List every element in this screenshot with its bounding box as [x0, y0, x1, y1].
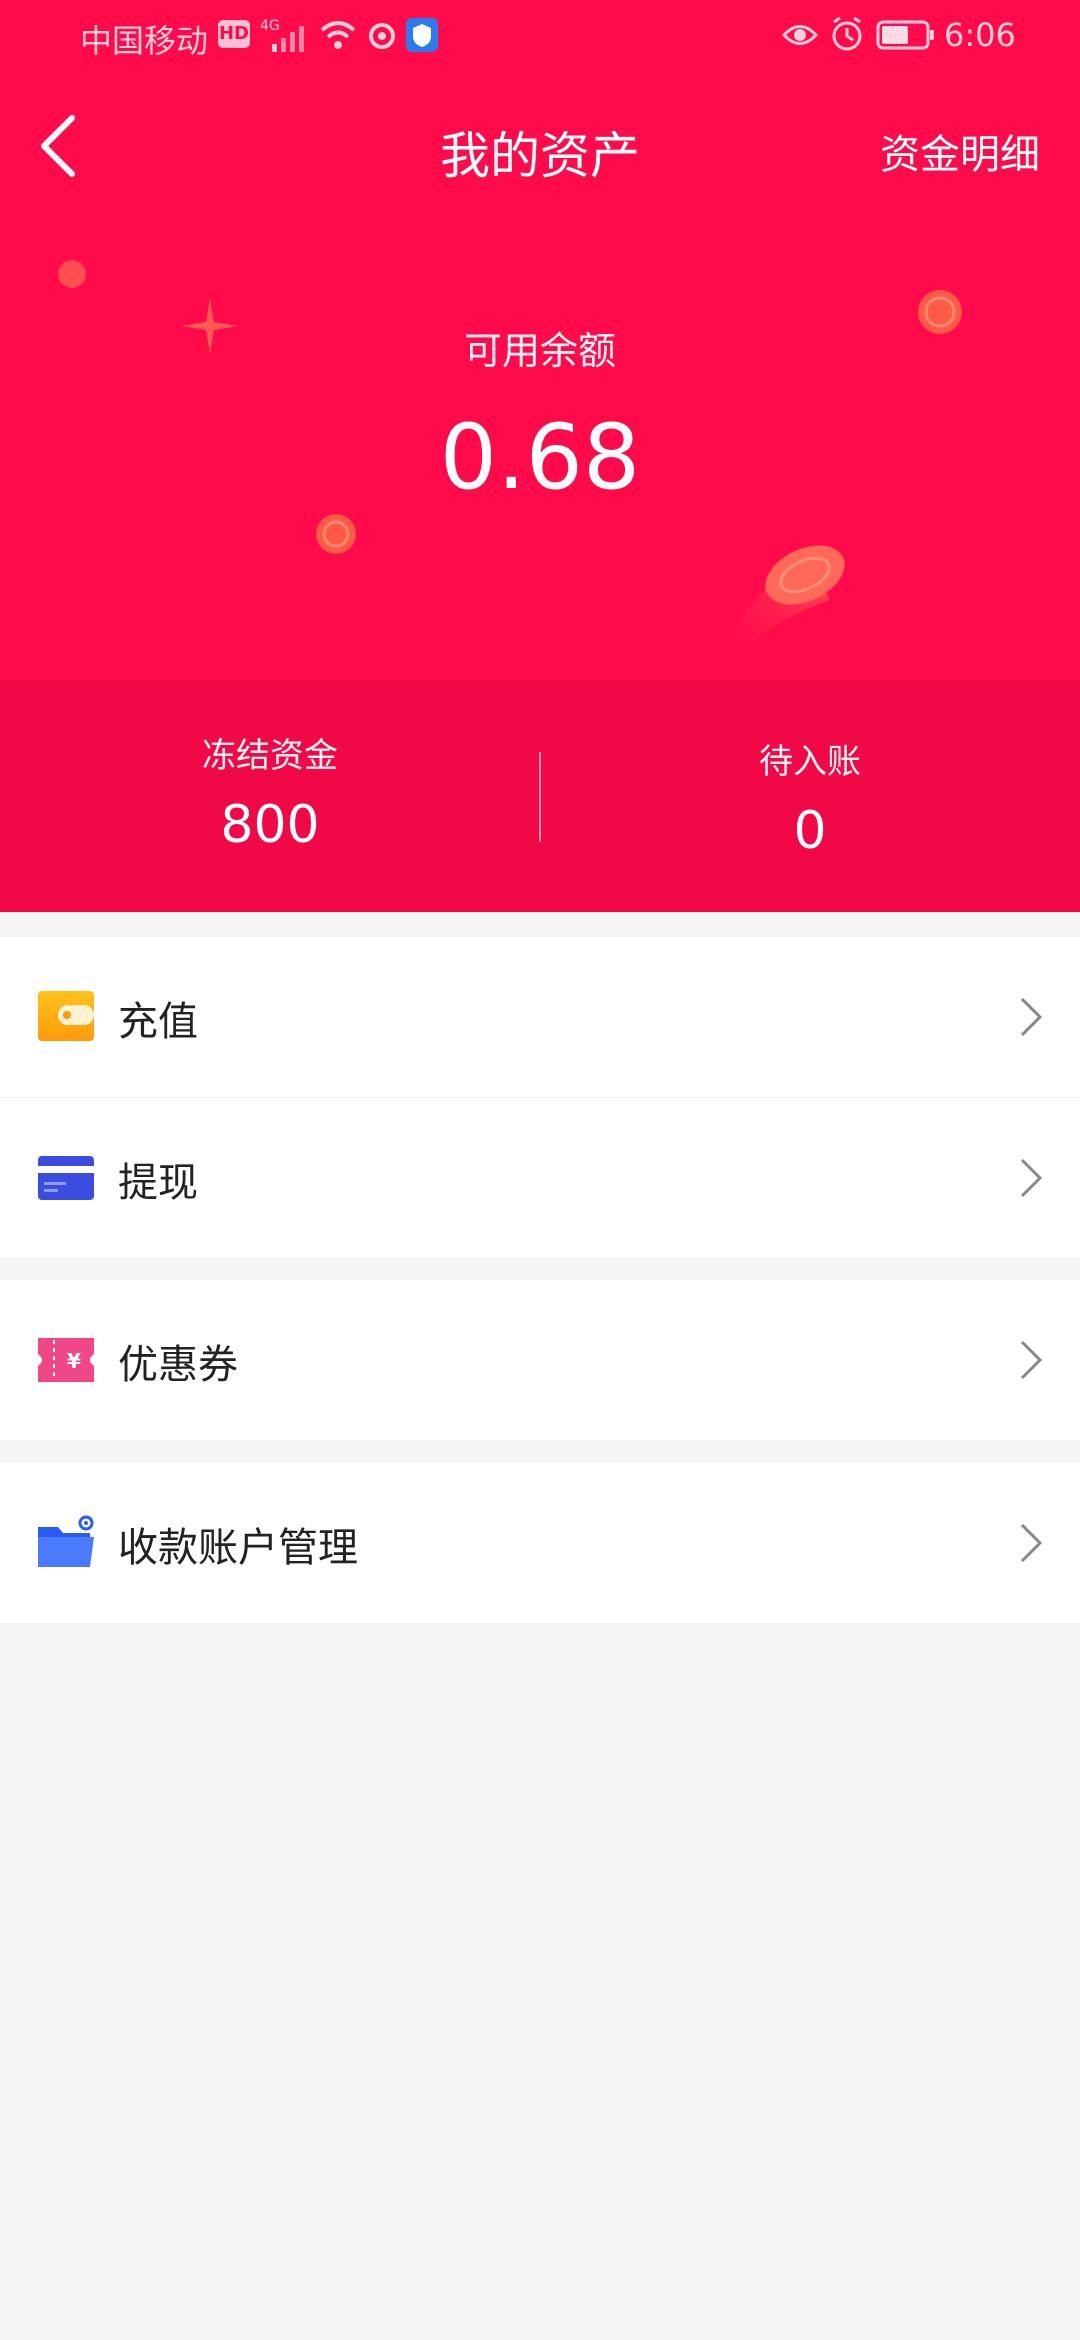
- security-shield-icon: [406, 18, 438, 52]
- sync-icon: [369, 23, 395, 49]
- wifi-icon: [320, 21, 356, 49]
- chevron-right-icon: [1020, 1523, 1043, 1563]
- pending-value: 0: [793, 801, 827, 861]
- coin-decoration-icon: [58, 260, 86, 288]
- eye-comfort-icon: [782, 25, 818, 45]
- menu-item-payee-accounts[interactable]: 收款账户管理: [0, 1463, 1080, 1623]
- svg-text:4G: 4G: [260, 18, 280, 34]
- hd-badge: HD: [218, 20, 250, 48]
- flying-coin-decoration-icon: [720, 545, 845, 670]
- frozen-funds-value: 800: [220, 795, 320, 855]
- menu-group-coupons: ¥ 优惠券: [0, 1280, 1080, 1440]
- coupon-icon: ¥: [38, 1338, 94, 1382]
- menu-item-withdraw[interactable]: 提现: [0, 1097, 1080, 1257]
- menu-group-funds: 充值 提现: [0, 937, 1080, 1257]
- menu-group-accounts: 收款账户管理: [0, 1463, 1080, 1623]
- folder-settings-icon: [38, 1515, 94, 1567]
- menu-item-recharge[interactable]: 充值: [0, 937, 1080, 1097]
- svg-text:¥: ¥: [67, 1349, 81, 1373]
- coupons-label: 优惠券: [118, 1342, 238, 1388]
- coin-decoration-icon: [316, 514, 356, 554]
- menu-item-coupons[interactable]: ¥ 优惠券: [0, 1280, 1080, 1440]
- withdraw-label: 提现: [118, 1160, 198, 1206]
- chevron-right-icon: [1020, 1158, 1043, 1198]
- chevron-right-icon: [1020, 997, 1043, 1037]
- assets-header-panel: 中国移动 HD 4G 6:06 我的资产 资金明细 可用余额 0.68: [0, 0, 1080, 680]
- wallet-icon: [38, 991, 94, 1041]
- pending-stat: 待入账 0: [540, 734, 1080, 861]
- chevron-right-icon: [1020, 1340, 1043, 1380]
- available-balance-label: 可用余额: [463, 329, 616, 373]
- available-balance-value: 0.68: [439, 405, 641, 510]
- clock-time: 6:06: [944, 16, 1016, 54]
- alarm-icon: [832, 16, 862, 51]
- signal-icon: 4G: [260, 18, 304, 52]
- recharge-label: 充值: [118, 999, 198, 1045]
- frozen-funds-stat: 冻结资金 800: [0, 728, 540, 855]
- pending-label: 待入账: [759, 742, 861, 782]
- status-bar: 中国移动 HD 4G 6:06: [0, 0, 1080, 72]
- fund-details-link[interactable]: 资金明细: [880, 122, 1040, 180]
- carrier-name: 中国移动: [80, 22, 209, 60]
- bank-card-icon: [38, 1156, 94, 1200]
- frozen-funds-label: 冻结资金: [202, 736, 338, 776]
- battery-icon: [876, 20, 934, 50]
- payee-accounts-label: 收款账户管理: [118, 1525, 358, 1571]
